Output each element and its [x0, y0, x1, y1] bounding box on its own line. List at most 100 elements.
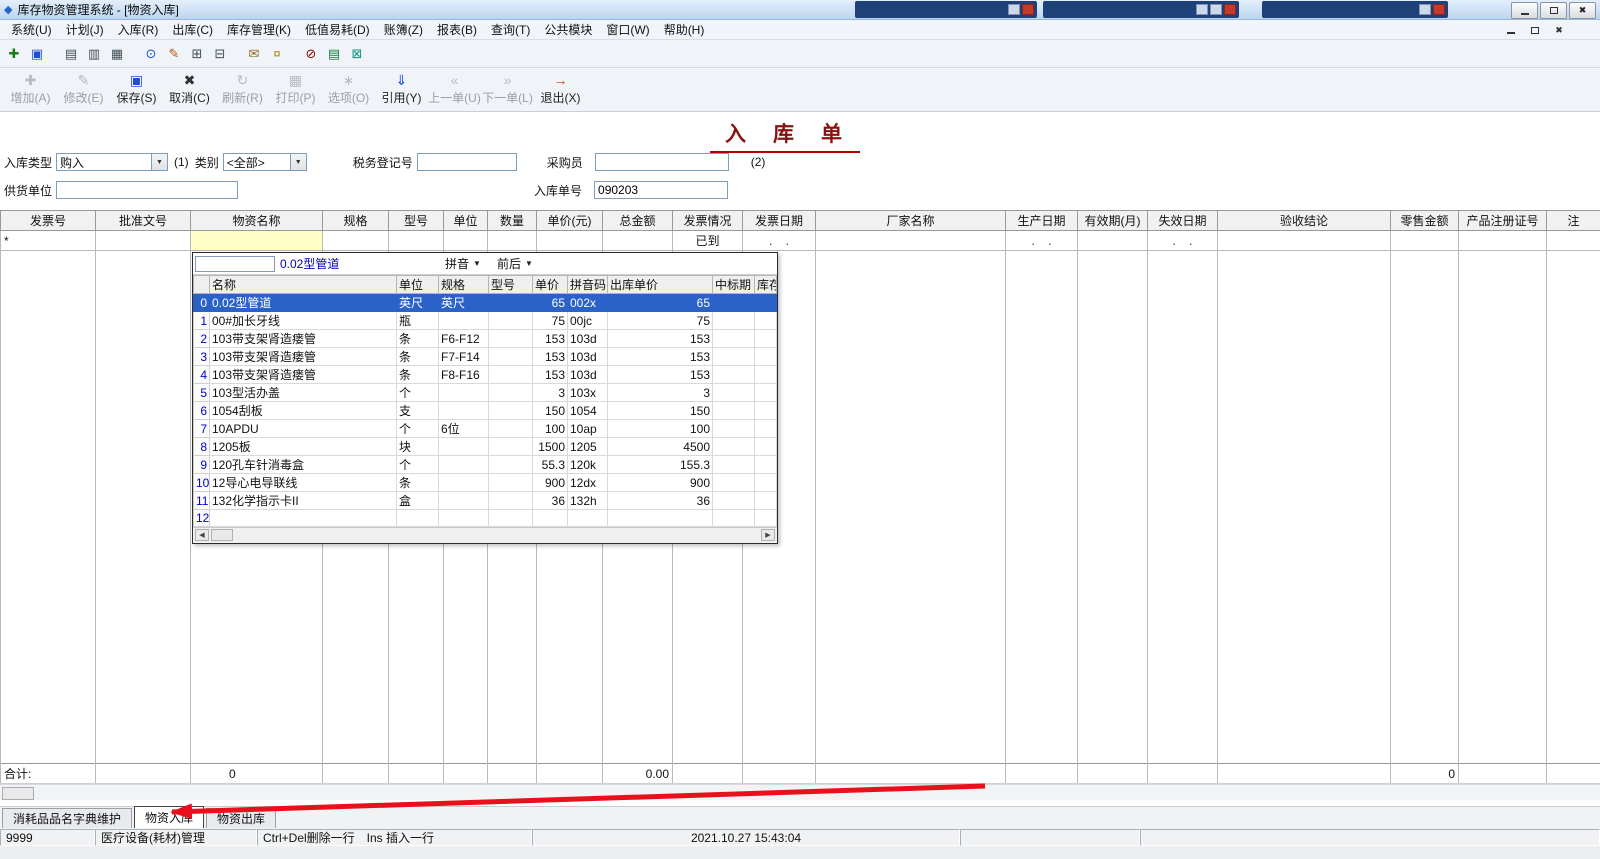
lookup-filter-0[interactable]: 拼音 ▼ — [445, 255, 481, 272]
grid-col-header-16[interactable]: 零售金额 — [1390, 210, 1459, 231]
entry-cell-15[interactable] — [1217, 230, 1391, 251]
lookup-cell[interactable]: 120孔车针消毒盒 — [209, 455, 397, 474]
lookup-cell[interactable]: 00#加长牙线 — [209, 311, 397, 330]
lookup-cell[interactable]: 103d — [567, 347, 608, 366]
lookup-cell[interactable] — [438, 383, 489, 402]
scrollbar-thumb[interactable] — [2, 787, 34, 800]
lookup-col-header-2[interactable]: 规格 — [438, 275, 489, 294]
lookup-row-9[interactable]: 9 120孔车针消毒盒个 55.3 120k 155.3 — [193, 455, 777, 474]
entry-cell-11[interactable] — [815, 230, 1006, 251]
entry-cell-7[interactable] — [536, 230, 603, 251]
menu-item-7[interactable]: 报表(B) — [430, 19, 484, 40]
lookup-cell[interactable] — [488, 437, 533, 456]
lookup-cell[interactable] — [712, 401, 755, 420]
lookup-cell[interactable]: 1054 — [567, 401, 608, 420]
lookup-cell[interactable] — [712, 311, 755, 330]
lookup-cell[interactable] — [438, 509, 489, 527]
lookup-cell[interactable]: 153 — [607, 329, 713, 348]
lookup-cell[interactable] — [754, 491, 777, 510]
lookup-scrollbar[interactable]: ◀ ▶ — [193, 527, 777, 543]
cancel-button[interactable]: ✖ 取消(C) — [163, 70, 216, 110]
grid-col-header-17[interactable]: 产品注册证号 — [1458, 210, 1547, 231]
grid-col-header-2[interactable]: 物资名称 — [190, 210, 323, 231]
grid-col-header-18[interactable]: 注 — [1546, 210, 1600, 231]
lookup-cell[interactable]: 块 — [396, 437, 439, 456]
edit-icon[interactable]: ✎ — [164, 44, 184, 64]
lookup-cell[interactable]: 英尺 — [396, 293, 439, 312]
lookup-cell[interactable] — [567, 509, 608, 527]
tab-1[interactable]: 物资入库 — [134, 806, 205, 828]
minimize-button[interactable] — [1511, 2, 1538, 19]
lookup-row-8[interactable]: 8 1205板块 1500 1205 4500 — [193, 437, 777, 456]
lookup-cell[interactable]: 103带支架肾造瘘管 — [209, 347, 397, 366]
lookup-cell[interactable]: 103d — [567, 365, 608, 384]
lookup-cell[interactable] — [209, 509, 397, 527]
lookup-cell[interactable]: 条 — [396, 473, 439, 492]
lookup-cell[interactable]: F6-F12 — [438, 329, 489, 348]
lookup-cell[interactable] — [754, 473, 777, 492]
entry-cell-1[interactable] — [95, 230, 191, 251]
lookup-cell[interactable] — [438, 311, 489, 330]
grid-col-header-8[interactable]: 总金额 — [602, 210, 673, 231]
menu-item-1[interactable]: 计划(J) — [59, 19, 111, 40]
menu-item-6[interactable]: 账簿(Z) — [377, 19, 430, 40]
lookup-cell[interactable]: 个 — [396, 455, 439, 474]
preview-icon[interactable]: ▤ — [61, 44, 81, 64]
lookup-cell[interactable]: 153 — [532, 329, 568, 348]
lookup-cell[interactable]: 55.3 — [532, 455, 568, 474]
lookup-row-7[interactable]: 7 10APDU 个 6位 100 10ap 100 — [193, 419, 777, 438]
tab-2[interactable]: 物资出库 — [206, 808, 277, 828]
lookup-cell[interactable] — [488, 329, 533, 348]
lookup-search-input[interactable] — [195, 255, 275, 272]
menu-item-2[interactable]: 入库(R) — [111, 19, 166, 40]
lookup-cell[interactable] — [712, 329, 755, 348]
lookup-cell[interactable] — [438, 401, 489, 420]
entry-cell-16[interactable] — [1390, 230, 1459, 251]
lookup-cell[interactable]: 002x — [567, 293, 608, 312]
lookup-cell[interactable] — [488, 401, 533, 420]
lookup-cell[interactable]: 103带支架肾造瘘管 — [209, 365, 397, 384]
lookup-col-header-4[interactable]: 单价 — [532, 275, 568, 294]
lookup-cell[interactable]: 瓶 — [396, 311, 439, 330]
lookup-cell[interactable]: 3 — [532, 383, 568, 402]
lookup-col-header-7[interactable]: 中标期 — [712, 275, 755, 294]
lookup-cell[interactable]: 英尺 — [438, 293, 489, 312]
lookup-cell[interactable]: 155.3 — [607, 455, 713, 474]
lookup-cell[interactable] — [754, 329, 777, 348]
grid-col-header-6[interactable]: 数量 — [487, 210, 537, 231]
lookup-cell[interactable]: 00jc — [567, 311, 608, 330]
mail-icon[interactable]: ✉ — [244, 44, 264, 64]
lookup-cell[interactable]: 1054刮板 — [209, 401, 397, 420]
scroll-right-icon[interactable]: ▶ — [761, 529, 775, 541]
lookup-cell[interactable] — [754, 401, 777, 420]
grid-col-header-12[interactable]: 生产日期 — [1005, 210, 1078, 231]
lookup-cell[interactable]: 4500 — [607, 437, 713, 456]
lookup-cell[interactable] — [488, 311, 533, 330]
maximize-button[interactable] — [1540, 2, 1567, 19]
lookup-cell[interactable] — [438, 491, 489, 510]
lookup-cell[interactable]: 150 — [607, 401, 713, 420]
entry-cell-4[interactable] — [388, 230, 444, 251]
lookup-cell[interactable] — [607, 509, 713, 527]
lookup-cell[interactable]: 10ap — [567, 419, 608, 438]
lookup-cell[interactable] — [754, 509, 777, 527]
mdi-minimize-button[interactable] — [1502, 23, 1520, 37]
chevron-down-icon[interactable]: ▼ — [151, 154, 168, 170]
lookup-cell[interactable] — [754, 365, 777, 384]
lookup-row-2[interactable]: 2 103带支架肾造瘘管条 F6-F12 153 103d 153 — [193, 329, 777, 348]
lookup-col-header-3[interactable]: 型号 — [488, 275, 533, 294]
lookup-cell[interactable] — [488, 455, 533, 474]
lookup-cell[interactable] — [754, 437, 777, 456]
lookup-cell[interactable] — [488, 383, 533, 402]
lookup-cell[interactable]: 1500 — [532, 437, 568, 456]
lookup-cell[interactable] — [488, 365, 533, 384]
lookup-row-1[interactable]: 1 00#加长牙线瓶 75 00jc 75 — [193, 311, 777, 330]
table-icon[interactable]: ⊞ — [187, 44, 207, 64]
menu-item-4[interactable]: 库存管理(K) — [220, 19, 298, 40]
grid-col-header-1[interactable]: 批准文号 — [95, 210, 191, 231]
mdi-maximize-button[interactable] — [1526, 23, 1544, 37]
lookup-cell[interactable] — [488, 491, 533, 510]
lookup-cell[interactable]: 103型活办盖 — [209, 383, 397, 402]
stop-icon[interactable]: ⊘ — [301, 44, 321, 64]
lookup-cell[interactable]: 12dx — [567, 473, 608, 492]
